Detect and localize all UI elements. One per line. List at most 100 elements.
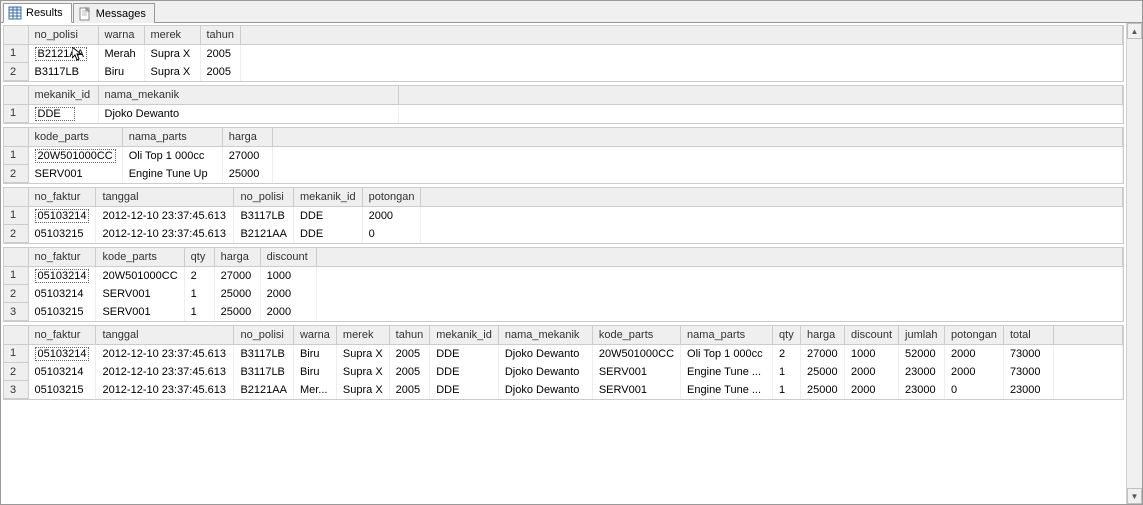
data-cell[interactable]: 2005 [389,363,430,381]
row-number-cell[interactable]: 2 [4,225,28,243]
data-cell[interactable]: Djoko Dewanto [498,381,592,399]
column-header[interactable]: tahun [200,26,241,44]
data-cell[interactable]: Djoko Dewanto [498,363,592,381]
data-cell[interactable]: Biru [98,63,144,81]
data-cell[interactable]: 05103215 [28,381,96,399]
data-cell[interactable]: 27000 [214,266,260,285]
data-cell[interactable]: Mer... [293,381,336,399]
result-grid-grid1[interactable]: no_polisiwarnamerektahun1B2121AAMerahSup… [3,25,1124,82]
data-cell[interactable]: Supra X [336,344,389,363]
data-cell[interactable]: 23000 [1003,381,1053,399]
row-number-cell[interactable]: 1 [4,146,28,165]
row-number-cell[interactable]: 2 [4,165,28,183]
data-cell[interactable]: 2005 [389,381,430,399]
data-cell[interactable]: 73000 [1003,363,1053,381]
column-header[interactable]: no_faktur [28,248,96,266]
data-cell[interactable]: Biru [293,363,336,381]
row-number-header[interactable] [4,86,28,104]
row-number-header[interactable] [4,26,28,44]
data-cell[interactable]: 2005 [200,63,241,81]
data-cell[interactable]: 20W501000CC [28,146,122,165]
table-row[interactable]: 2051032142012-12-10 23:37:45.613B3117LBB… [4,363,1123,381]
data-cell[interactable]: Supra X [336,381,389,399]
data-cell[interactable]: 1 [184,303,214,321]
column-header[interactable]: kode_parts [96,248,184,266]
column-header[interactable]: nama_mekanik [498,326,592,344]
column-header[interactable]: nama_parts [122,128,222,146]
column-header[interactable]: no_polisi [28,26,98,44]
row-number-cell[interactable]: 1 [4,206,28,225]
result-grid-grid6[interactable]: no_fakturtanggalno_polisiwarnamerektahun… [3,325,1124,400]
data-cell[interactable]: DDE [28,104,98,123]
data-cell[interactable]: 1 [773,381,801,399]
data-cell[interactable]: 2 [773,344,801,363]
data-cell[interactable]: 25000 [222,165,272,183]
data-cell[interactable]: 25000 [214,285,260,303]
column-header[interactable]: discount [260,248,316,266]
data-cell[interactable]: 2005 [200,44,241,63]
column-header[interactable]: mekanik_id [430,326,499,344]
data-cell[interactable]: 73000 [1003,344,1053,363]
data-cell[interactable]: DDE [430,344,499,363]
data-cell[interactable]: 2012-12-10 23:37:45.613 [96,381,234,399]
data-cell[interactable]: 2012-12-10 23:37:45.613 [96,225,234,243]
data-cell[interactable]: 05103214 [28,206,96,225]
data-cell[interactable]: B2121AA [234,225,293,243]
data-cell[interactable]: SERV001 [96,285,184,303]
data-cell[interactable]: Biru [293,344,336,363]
table-row[interactable]: 2B3117LBBiruSupra X2005 [4,63,1123,81]
data-cell[interactable]: 1 [773,363,801,381]
data-cell[interactable]: 2000 [945,344,1004,363]
column-header[interactable]: discount [845,326,899,344]
data-cell[interactable]: 2000 [845,363,899,381]
data-cell[interactable]: 05103215 [28,225,96,243]
table-row[interactable]: 205103214SERV0011250002000 [4,285,1123,303]
column-header[interactable]: total [1003,326,1053,344]
data-cell[interactable]: 1000 [845,344,899,363]
column-header[interactable]: mekanik_id [28,86,98,104]
column-header[interactable]: no_polisi [234,188,293,206]
column-header[interactable]: potongan [362,188,421,206]
data-cell[interactable]: 2 [184,266,214,285]
data-cell[interactable]: 1000 [260,266,316,285]
data-cell[interactable]: 27000 [801,344,845,363]
data-cell[interactable]: 05103214 [28,285,96,303]
column-header[interactable]: no_faktur [28,326,96,344]
data-cell[interactable]: 05103214 [28,344,96,363]
column-header[interactable]: tahun [389,326,430,344]
column-header[interactable]: potongan [945,326,1004,344]
data-cell[interactable]: Djoko Dewanto [498,344,592,363]
data-cell[interactable]: 2000 [260,285,316,303]
column-header[interactable]: merek [336,326,389,344]
data-cell[interactable]: Oli Top 1 000cc [681,344,773,363]
data-cell[interactable]: SERV001 [592,381,680,399]
tab-messages[interactable]: Messages [73,3,155,23]
row-number-header[interactable] [4,248,28,266]
row-number-header[interactable] [4,326,28,344]
row-number-cell[interactable]: 2 [4,63,28,81]
table-row[interactable]: 1DDEDjoko Dewanto [4,104,1123,123]
row-number-cell[interactable]: 3 [4,303,28,321]
row-number-cell[interactable]: 1 [4,344,28,363]
data-cell[interactable]: Supra X [144,44,200,63]
data-cell[interactable]: Supra X [336,363,389,381]
scroll-down-button[interactable]: ▼ [1127,488,1142,504]
data-cell[interactable]: Engine Tune ... [681,363,773,381]
column-header[interactable]: jumlah [899,326,945,344]
data-cell[interactable]: 05103214 [28,363,96,381]
data-cell[interactable]: 20W501000CC [96,266,184,285]
column-header[interactable]: tanggal [96,326,234,344]
data-cell[interactable]: B3117LB [234,344,293,363]
table-row[interactable]: 2051032152012-12-10 23:37:45.613B2121AAD… [4,225,1123,243]
data-cell[interactable]: Supra X [144,63,200,81]
data-cell[interactable]: Engine Tune Up [122,165,222,183]
column-header[interactable]: warna [98,26,144,44]
data-cell[interactable]: B2121AA [28,44,98,63]
data-cell[interactable]: 27000 [222,146,272,165]
data-cell[interactable]: SERV001 [28,165,122,183]
data-cell[interactable]: 25000 [801,381,845,399]
column-header[interactable]: qty [773,326,801,344]
row-number-cell[interactable]: 1 [4,104,28,123]
table-row[interactable]: 305103215SERV0011250002000 [4,303,1123,321]
column-header[interactable]: merek [144,26,200,44]
